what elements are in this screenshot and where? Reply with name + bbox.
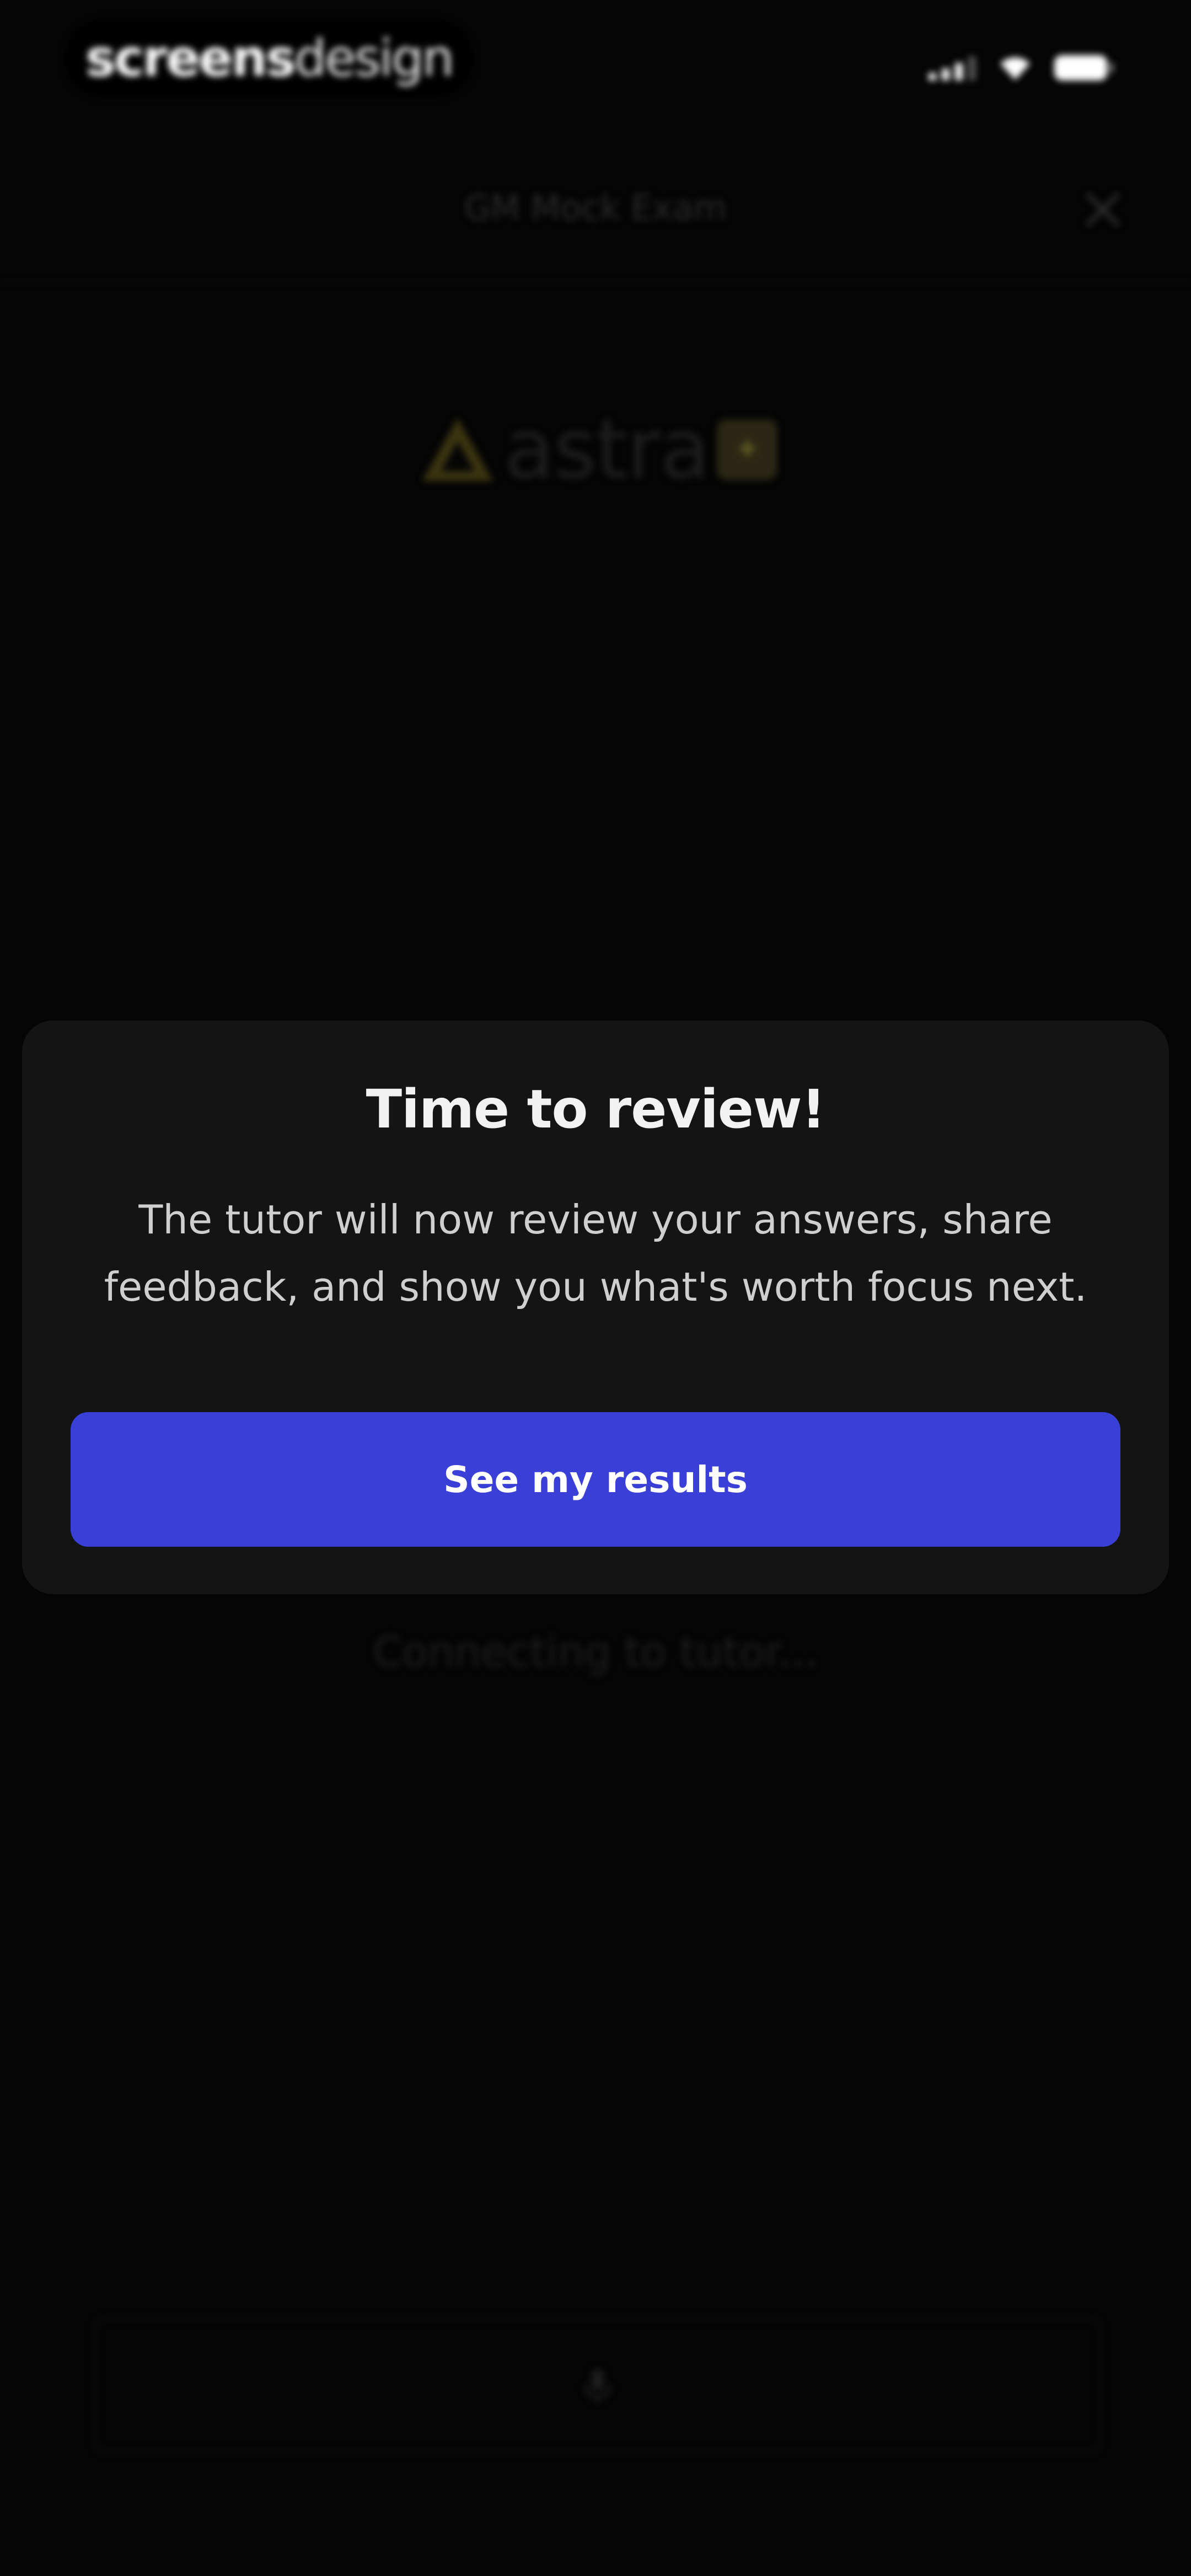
battery-icon (1054, 55, 1114, 81)
review-modal: Time to review! The tutor will now revie… (22, 1020, 1169, 1594)
modal-body-text: The tutor will now review your answers, … (104, 1196, 1087, 1310)
wifi-icon (1000, 57, 1030, 80)
logo-badge-icon: ✦ (717, 419, 778, 480)
astra-logo: astra ✦ (419, 402, 778, 498)
status-bar-icons (929, 49, 1114, 87)
brand-watermark: screensdesign (65, 20, 473, 97)
brand-light-text: design (294, 29, 454, 88)
mic-icon (584, 2369, 611, 2402)
signal-icon (929, 55, 976, 81)
header-divider (0, 281, 1191, 283)
app-screen: screensdesign GM Mock Exam astra ✦ Conne… (0, 0, 1191, 2576)
logo-triangle-icon (422, 418, 493, 481)
voice-input-bar[interactable] (94, 2317, 1102, 2454)
see-results-button[interactable]: See my results (71, 1412, 1120, 1547)
nav-title: GM Mock Exam (464, 188, 727, 228)
logo-text: astra (504, 402, 710, 498)
close-icon[interactable] (1081, 188, 1125, 232)
brand-bold-text: screens (85, 29, 296, 88)
modal-title: Time to review! (366, 1078, 826, 1140)
connecting-status: Connecting to tutor... (373, 1627, 818, 1676)
